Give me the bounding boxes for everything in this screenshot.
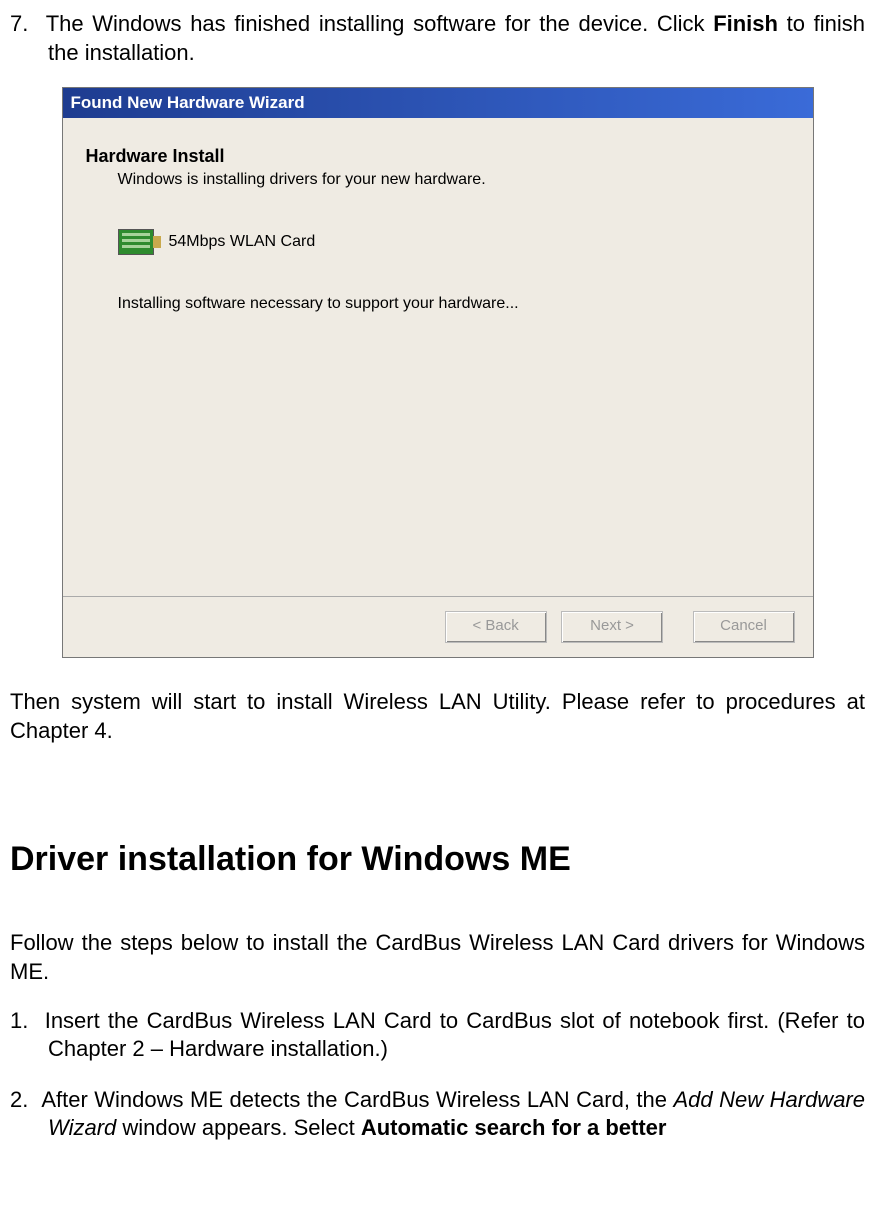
list-item-1: 1. Insert the CardBus Wireless LAN Card …	[10, 1007, 865, 1064]
network-card-icon	[118, 229, 154, 255]
step-7-bold: Finish	[713, 11, 778, 36]
step-7-num: 7.	[10, 11, 28, 36]
intro-me: Follow the steps below to install the Ca…	[10, 929, 865, 986]
wizard-heading: Hardware Install	[86, 146, 768, 167]
install-status: Installing software necessary to support…	[118, 295, 768, 313]
step-7-text-a: The Windows has finished installing soft…	[46, 11, 713, 36]
li2-a: After Windows ME detects the CardBus Wir…	[41, 1087, 673, 1112]
wizard-sub: Windows is installing drivers for your n…	[118, 171, 768, 189]
list-item-2: 2. After Windows ME detects the CardBus …	[10, 1086, 865, 1143]
after-wizard-text: Then system will start to install Wirele…	[10, 688, 865, 745]
wizard-titlebar: Found New Hardware Wizard	[63, 88, 813, 118]
button-row: < Back Next > Cancel	[63, 596, 813, 657]
li2-bold: Automatic search for a better	[361, 1115, 667, 1140]
step-7: 7. The Windows has finished installing s…	[10, 10, 865, 67]
li1-num: 1.	[10, 1008, 28, 1033]
back-button[interactable]: < Back	[445, 611, 547, 643]
wizard-body: Hardware Install Windows is installing d…	[63, 118, 813, 596]
next-button[interactable]: Next >	[561, 611, 663, 643]
li2-b: window appears. Select	[116, 1115, 361, 1140]
li2-num: 2.	[10, 1087, 28, 1112]
cancel-button[interactable]: Cancel	[693, 611, 795, 643]
wizard-window: Found New Hardware Wizard Hardware Insta…	[62, 87, 814, 658]
device-row: 54Mbps WLAN Card	[118, 229, 768, 255]
li1-text: Insert the CardBus Wireless LAN Card to …	[45, 1008, 865, 1062]
heading-windows-me: Driver installation for Windows ME	[10, 840, 865, 879]
device-name: 54Mbps WLAN Card	[169, 233, 316, 251]
wizard-title: Found New Hardware Wizard	[71, 93, 305, 112]
numbered-list: 1. Insert the CardBus Wireless LAN Card …	[10, 1007, 865, 1143]
